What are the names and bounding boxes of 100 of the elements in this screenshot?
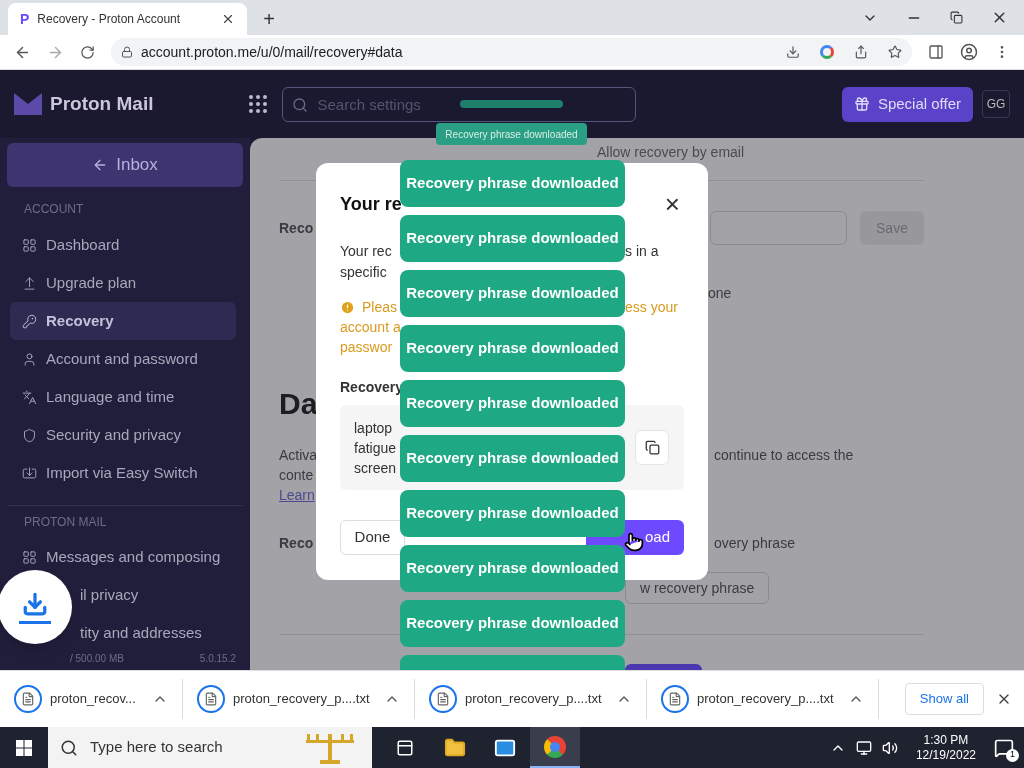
nav-item[interactable]: Account and password (10, 340, 236, 378)
toast: Recovery phrase downloaded (400, 325, 625, 372)
toast: Recovery phrase downloaded (436, 123, 587, 145)
nav-item[interactable]: Dashboard (10, 226, 236, 264)
phrase-text: laptop (354, 418, 393, 438)
favicon: P (20, 9, 30, 29)
url-text: account.proton.me/u/0/mail/recovery#data (141, 42, 404, 62)
search-icon (292, 96, 309, 113)
folder-icon (444, 736, 466, 759)
file-icon (661, 685, 689, 713)
text-fragment: conte (279, 467, 314, 483)
modal-title: Your re (340, 193, 402, 216)
toast: Recovery phrase downloaded (400, 380, 625, 427)
nav-item[interactable]: Messages and composing (10, 538, 236, 576)
lock-icon (121, 46, 133, 58)
start-icon[interactable] (16, 739, 32, 756)
toast: Recovery phrase downloaded (400, 490, 625, 537)
nav-item[interactable]: Recovery (10, 302, 236, 340)
text-fragment: overy phrase (714, 534, 796, 553)
section-title: PROTON MAIL (23, 514, 108, 530)
warning-fragment: account a (340, 318, 401, 337)
special-offer-button[interactable]: Special offer (841, 86, 973, 122)
download-icon (22, 590, 48, 617)
warning-icon (340, 299, 355, 315)
warning-fragment: passwor (340, 338, 393, 357)
share-icon[interactable] (854, 45, 868, 59)
network-icon[interactable] (855, 739, 872, 756)
volume-icon[interactable] (881, 739, 898, 756)
text-fragment: Activa (279, 446, 318, 465)
text-fragment: s in a (625, 242, 660, 261)
file-name: proton_recovery_p....txt (465, 690, 603, 709)
clock-time: 1:30 PM (923, 732, 969, 748)
text-fragment: continue to access the (714, 446, 855, 465)
task-view-icon (396, 738, 414, 757)
file-name: proton_recovery_p....txt (233, 690, 371, 709)
browser-tab[interactable]: P Recovery - Proton Account (8, 3, 247, 35)
language-icon (22, 389, 37, 405)
chrome-icon (544, 735, 566, 758)
text-fragment: Your rec (340, 242, 393, 261)
text-fragment: one (708, 285, 732, 301)
taskbar-app[interactable] (530, 727, 580, 768)
avatar[interactable]: GG (982, 90, 1010, 118)
toggle-label: Allow recovery by email (597, 143, 745, 162)
notification-icon[interactable] (994, 737, 1014, 758)
close-button[interactable]: × (664, 191, 680, 217)
gift-icon (853, 96, 870, 112)
input-field[interactable] (710, 211, 847, 245)
section-heading: Da (279, 387, 318, 420)
taskbar-search-field[interactable]: Type here to search (90, 736, 290, 759)
copy-button[interactable] (635, 430, 669, 465)
grid-icon (22, 237, 37, 253)
warning-fragment: ess your (625, 298, 679, 317)
clock-date: 12/19/2022 (915, 747, 976, 763)
field-label: Reco (279, 218, 314, 238)
toast: Recovery phrase downloaded (400, 545, 625, 592)
upload-icon (22, 275, 37, 291)
file-icon (14, 685, 42, 713)
close-icon[interactable] (221, 12, 235, 26)
toast: Recovery phrase downloaded (400, 160, 625, 207)
address-bar[interactable]: account.proton.me/u/0/mail/recovery#data (111, 38, 912, 66)
download-item[interactable]: proton_recovery_p....txt (647, 679, 879, 719)
notification-count: 1 (1006, 748, 1019, 762)
restore-icon[interactable] (950, 11, 963, 24)
download-icon[interactable] (786, 45, 800, 59)
taskbar-search-box[interactable]: Type here to search (48, 727, 372, 768)
new-tab-button[interactable]: + (255, 3, 283, 35)
star-icon[interactable] (888, 45, 902, 59)
nav-item[interactable]: Language and time (10, 378, 236, 416)
inbox-button[interactable]: Inbox (7, 143, 243, 187)
version-number: 5.0.15.2 (199, 651, 236, 666)
toast: Recovery phrase downloaded (400, 600, 625, 647)
file-icon (197, 685, 225, 713)
show-all-button[interactable]: Show all (904, 683, 984, 715)
storage-usage: / 500.00 MB (70, 651, 124, 666)
download-item[interactable]: proton_recovery_p....txt (415, 679, 647, 719)
download-item[interactable]: proton_recovery_p....txt (183, 679, 415, 719)
key-icon (22, 313, 37, 329)
nav-item[interactable]: Upgrade plan (10, 264, 236, 302)
search-field[interactable]: Search settings (282, 86, 637, 122)
file-name: proton_recov... (50, 690, 137, 709)
grid-icon (22, 549, 37, 565)
google-icon[interactable] (820, 45, 834, 59)
toast: Recovery phrase downloaded (400, 270, 625, 317)
field-label: Reco (279, 534, 314, 553)
warning-fragment: Pleas (362, 298, 398, 317)
import-icon (22, 465, 37, 481)
side-panel-icon[interactable] (928, 44, 944, 60)
search-icon (60, 738, 78, 757)
copy-icon (644, 440, 660, 455)
tab-title: Recovery - Proton Account (37, 11, 182, 28)
text-fragment: specific (340, 263, 388, 282)
reload-icon[interactable] (80, 44, 95, 60)
file-icon (429, 685, 457, 713)
section-title: ACCOUNT (23, 201, 85, 217)
profile-icon[interactable] (960, 43, 978, 61)
brand-name: Proton Mail (50, 91, 154, 116)
nav-item[interactable]: Security and privacy (10, 416, 236, 454)
download-item[interactable]: proton_recov... (0, 679, 183, 719)
toast: Recovery phrase downloaded (400, 435, 625, 482)
nav-item[interactable]: Import via Easy Switch (10, 454, 236, 492)
